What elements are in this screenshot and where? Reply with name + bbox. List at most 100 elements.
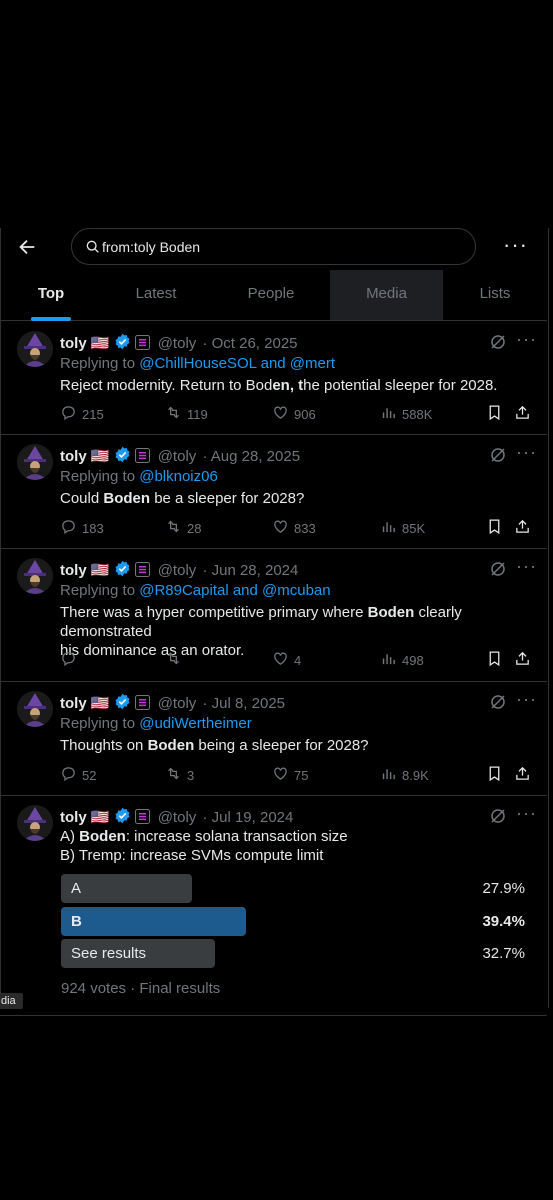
tweet-text-bold: Boden xyxy=(147,737,195,754)
views-button[interactable]: 588K xyxy=(380,404,432,424)
bookmark-button[interactable] xyxy=(486,650,503,670)
repost-button[interactable]: 28 xyxy=(165,518,201,538)
affiliation-badge-icon xyxy=(134,809,150,824)
tab-latest[interactable]: Latest xyxy=(102,270,210,320)
tweet[interactable]: toly 🇺🇸 @toly · Oct 26, 2025 ··· Replying… xyxy=(0,321,547,435)
repost-count: 28 xyxy=(187,520,202,536)
author-handle[interactable]: @toly xyxy=(158,562,197,579)
author-handle[interactable]: @toly xyxy=(158,335,197,352)
poll-option-percent: 39.4% xyxy=(482,913,525,930)
more-options-icon[interactable]: ··· xyxy=(516,803,537,824)
tweet[interactable]: toly 🇺🇸 @toly · Jun 28, 2024 ··· Replying… xyxy=(0,548,547,682)
tab-top[interactable]: Top xyxy=(0,270,102,321)
reply-to-link[interactable]: @udiWertheimer xyxy=(139,715,252,732)
tweet-text-bold: Boden xyxy=(79,828,126,845)
tweet-date[interactable]: · Jul 8, 2025 xyxy=(202,695,285,712)
verified-badge-icon xyxy=(115,560,130,577)
share-button[interactable] xyxy=(514,765,531,785)
heart-icon xyxy=(272,404,289,424)
grok-icon[interactable] xyxy=(489,333,507,351)
author-name[interactable]: toly xyxy=(60,562,87,579)
tweet-text: he potential sleeper for 2028. xyxy=(303,377,498,394)
like-button[interactable]: 75 xyxy=(272,765,308,785)
tweet[interactable]: toly 🇺🇸 @toly · Jul 8, 2025 ··· Replying … xyxy=(0,681,547,796)
bookmark-button[interactable] xyxy=(486,518,503,538)
tweet-actions: 4 498 xyxy=(60,650,535,670)
author-name[interactable]: toly xyxy=(60,809,87,826)
reply-to-link[interactable]: @blknoiz06 xyxy=(139,468,218,485)
tab-media[interactable]: Media xyxy=(330,270,443,320)
tweet-header: toly 🇺🇸 @toly · Aug 28, 2025 xyxy=(60,446,300,465)
share-button[interactable] xyxy=(514,404,531,424)
tweet[interactable]: toly 🇺🇸 @toly · Aug 28, 2025 ··· Replying… xyxy=(0,434,547,549)
tweet-date[interactable]: · Jun 28, 2024 xyxy=(202,562,298,579)
grok-icon[interactable] xyxy=(489,446,507,464)
author-handle[interactable]: @toly xyxy=(158,809,197,826)
reply-prefix: Replying to xyxy=(60,715,140,732)
heart-icon xyxy=(272,650,289,670)
reply-button[interactable]: 183 xyxy=(60,518,104,538)
tweet-actions: 52 3 75 8.9K xyxy=(60,765,535,785)
tweet-date[interactable]: · Jul 19, 2024 xyxy=(202,809,293,826)
grok-icon[interactable] xyxy=(489,560,507,578)
back-arrow-icon[interactable] xyxy=(16,236,38,258)
poll-option-label: B xyxy=(71,913,82,930)
reply-icon xyxy=(60,404,77,424)
more-options-icon[interactable]: ··· xyxy=(503,234,528,256)
grok-icon[interactable] xyxy=(489,807,507,825)
avatar[interactable] xyxy=(17,331,53,367)
tweet-text: be a sleeper for 2028? xyxy=(150,490,305,507)
poll-footer: 924 votes · Final results xyxy=(61,980,221,997)
avatar[interactable] xyxy=(17,444,53,480)
replying-to: Replying to @udiWertheimer xyxy=(60,715,252,732)
author-handle[interactable]: @toly xyxy=(158,695,197,712)
author-name[interactable]: toly xyxy=(60,448,87,465)
reply-button[interactable]: 215 xyxy=(60,404,104,424)
more-options-icon[interactable]: ··· xyxy=(516,329,537,350)
repost-button[interactable]: 3 xyxy=(165,765,194,785)
replying-to: Replying to @R89Capital and @mcuban xyxy=(60,582,331,599)
bookmark-button[interactable] xyxy=(486,404,503,424)
grok-icon[interactable] xyxy=(489,693,507,711)
tab-lists[interactable]: Lists xyxy=(443,270,547,320)
reply-icon xyxy=(60,765,77,785)
tweet-text: : increase solana transaction size xyxy=(125,828,348,845)
bookmark-button[interactable] xyxy=(486,765,503,785)
author-name[interactable]: toly xyxy=(60,335,87,352)
author-handle[interactable]: @toly xyxy=(158,448,197,465)
tweet[interactable]: toly 🇺🇸 @toly · Jul 19, 2024 ··· A) Boden… xyxy=(0,795,547,1016)
avatar[interactable] xyxy=(17,805,53,841)
tweet-date[interactable]: · Aug 28, 2025 xyxy=(202,448,300,465)
view-count: 588K xyxy=(402,406,433,422)
like-button[interactable]: 4 xyxy=(272,650,301,670)
more-options-icon[interactable]: ··· xyxy=(516,556,537,577)
tweet-text-bold: Boden xyxy=(367,604,415,621)
tweet-text-bold: Boden xyxy=(103,490,151,507)
flag-icon: 🇺🇸 xyxy=(90,809,110,826)
repost-button[interactable] xyxy=(165,650,187,670)
tweet-date[interactable]: · Oct 26, 2025 xyxy=(202,335,297,352)
more-options-icon[interactable]: ··· xyxy=(516,442,537,463)
reply-button[interactable]: 52 xyxy=(60,765,96,785)
avatar[interactable] xyxy=(17,558,53,594)
tab-people[interactable]: People xyxy=(216,270,326,320)
reply-to-link[interactable]: @ChillHouseSOL and @mert xyxy=(139,355,335,372)
poll-option-percent: 27.9% xyxy=(482,880,525,897)
verified-badge-icon xyxy=(115,807,130,824)
like-button[interactable]: 906 xyxy=(272,404,316,424)
views-button[interactable]: 8.9K xyxy=(380,765,429,785)
share-button[interactable] xyxy=(514,650,531,670)
reply-button[interactable] xyxy=(60,650,82,670)
views-button[interactable]: 498 xyxy=(380,650,424,670)
share-button[interactable] xyxy=(514,518,531,538)
avatar[interactable] xyxy=(17,691,53,727)
like-button[interactable]: 833 xyxy=(272,518,316,538)
repost-button[interactable]: 119 xyxy=(165,404,208,424)
poll-option-bar xyxy=(61,907,246,936)
reply-to-link[interactable]: @R89Capital and @mcuban xyxy=(139,582,330,599)
tweet-header: toly 🇺🇸 @toly · Oct 26, 2025 xyxy=(60,333,298,352)
search-input[interactable]: from:toly Boden xyxy=(71,228,476,265)
views-button[interactable]: 85K xyxy=(380,518,425,538)
author-name[interactable]: toly xyxy=(60,695,87,712)
more-options-icon[interactable]: ··· xyxy=(516,689,537,710)
